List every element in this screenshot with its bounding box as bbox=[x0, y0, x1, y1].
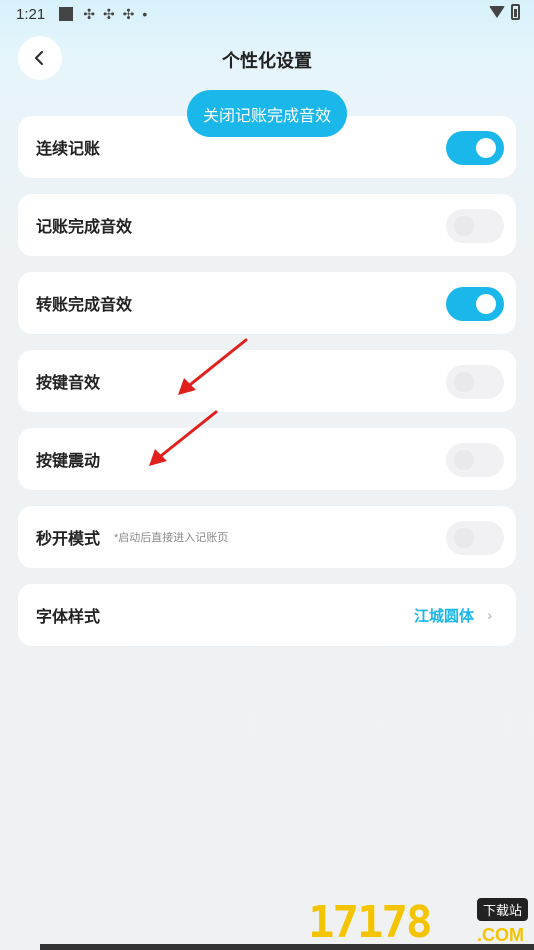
toggle-knob bbox=[476, 294, 496, 314]
toggle-knob bbox=[454, 372, 474, 392]
toggle-knob bbox=[454, 528, 474, 548]
setting-transfer-sound: 转账完成音效 bbox=[18, 272, 516, 334]
key-sound-toggle[interactable] bbox=[446, 365, 504, 399]
watermark-com: .COM bbox=[477, 925, 524, 945]
wifi-icon bbox=[489, 6, 505, 18]
notification-square-icon bbox=[59, 7, 74, 21]
setting-key-vibration: 按键震动 bbox=[18, 428, 516, 490]
setting-hint: *启动后直接进入记账页 bbox=[114, 532, 229, 544]
setting-label: 转账完成音效 bbox=[36, 297, 133, 314]
bottom-system-bar bbox=[40, 944, 534, 950]
bookkeeping-sound-toggle[interactable] bbox=[446, 209, 504, 243]
toggle-knob bbox=[476, 138, 496, 158]
setting-label: 连续记账 bbox=[36, 141, 101, 158]
font-style-value: 江城圆体 bbox=[413, 607, 474, 625]
setting-label: 秒开模式 bbox=[36, 531, 101, 548]
watermark-tag: 下载站 bbox=[476, 898, 528, 921]
continuous-bookkeeping-toggle[interactable] bbox=[446, 131, 504, 165]
setting-bookkeeping-sound: 记账完成音效 bbox=[18, 194, 516, 256]
setting-label: 按键音效 bbox=[36, 375, 101, 392]
setting-label: 记账完成音效 bbox=[36, 219, 133, 236]
toast-message: 关闭记账完成音效 bbox=[187, 90, 347, 137]
setting-key-sound: 按键音效 bbox=[18, 350, 516, 412]
more-notifications-dot: • bbox=[142, 6, 148, 22]
status-time: 1:21 bbox=[16, 5, 46, 23]
watermark-digits: 17178 bbox=[308, 897, 432, 948]
setting-font-style[interactable]: 字体样式 江城圆体 › bbox=[18, 584, 516, 646]
key-vibration-toggle[interactable] bbox=[446, 443, 504, 477]
notification-app-icon-3: ✣ bbox=[122, 5, 135, 22]
quick-open-toggle[interactable] bbox=[446, 521, 504, 555]
battery-icon bbox=[511, 4, 520, 20]
setting-label: 按键震动 bbox=[36, 453, 101, 470]
toggle-knob bbox=[454, 450, 474, 470]
site-watermark: 17178 下载站 .COM bbox=[304, 890, 534, 950]
setting-quick-open: 秒开模式 *启动后直接进入记账页 bbox=[18, 506, 516, 568]
transfer-sound-toggle[interactable] bbox=[446, 287, 504, 321]
notification-app-icon-2: ✣ bbox=[102, 5, 115, 22]
page-title: 个性化设置 bbox=[222, 51, 312, 71]
toggle-knob bbox=[454, 216, 474, 236]
status-bar: 1:21 ✣ ✣ ✣ • bbox=[0, 0, 534, 28]
notification-app-icon: ✣ bbox=[83, 5, 95, 22]
chevron-right-icon: › bbox=[487, 607, 492, 623]
setting-label: 字体样式 bbox=[36, 609, 101, 626]
